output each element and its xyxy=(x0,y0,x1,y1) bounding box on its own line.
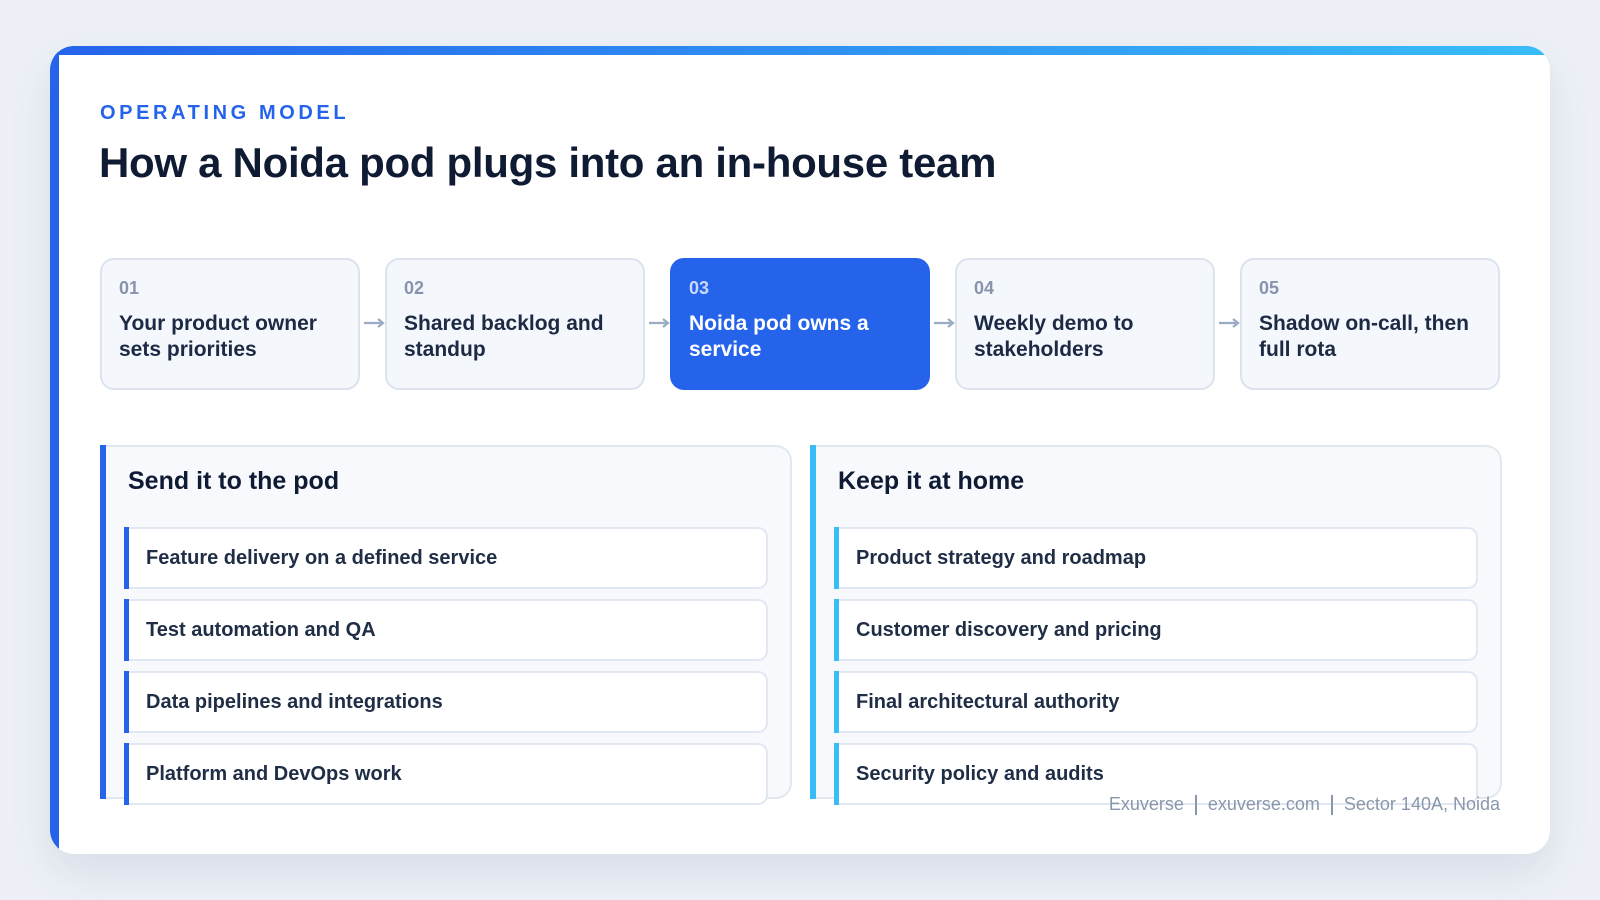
step-label: Shadow on-call, then full rota xyxy=(1259,312,1470,361)
step-number: 02 xyxy=(404,278,425,298)
step-number: 01 xyxy=(119,278,140,298)
list-item: Test automation and QA xyxy=(124,599,768,661)
process-steps: 01 Your product owner sets priorities 02… xyxy=(100,258,1502,390)
list-item: Final architectural authority xyxy=(834,671,1478,733)
slide-title: How a Noida pod plugs into an in-house t… xyxy=(99,139,997,186)
step-number: 04 xyxy=(974,278,995,298)
panel-title: Keep it at home xyxy=(838,467,1025,495)
list-item: Feature delivery on a defined service xyxy=(124,527,768,589)
keep-at-home-panel: Keep it at home Product strategy and roa… xyxy=(810,445,1502,805)
step-label: Weekly demo to stakeholders xyxy=(974,312,1134,361)
list-item: Product strategy and roadmap xyxy=(834,527,1478,589)
pod-task-list: Feature delivery on a defined service Te… xyxy=(124,527,768,815)
top-accent-bar xyxy=(50,46,1550,55)
list-item: Data pipelines and integrations xyxy=(124,671,768,733)
footer-divider xyxy=(1194,794,1197,815)
eyebrow-label: OPERATING MODEL xyxy=(100,102,350,124)
send-to-pod-panel: Send it to the pod Feature delivery on a… xyxy=(100,445,792,805)
footer-website: exuverse.com xyxy=(1207,794,1320,814)
step-number: 03 xyxy=(689,278,710,298)
step-card-5: 05 Shadow on-call, then full rota xyxy=(1240,258,1500,390)
left-accent-bar xyxy=(50,46,59,854)
footer-location: Sector 140A, Noida xyxy=(1343,794,1500,814)
list-item: Platform and DevOps work xyxy=(124,743,768,805)
step-card-1: 01 Your product owner sets priorities xyxy=(100,258,360,390)
step-card-2: 02 Shared backlog and standup xyxy=(385,258,645,390)
step-label: Your product owner sets priorities xyxy=(119,312,317,361)
list-item: Customer discovery and pricing xyxy=(834,599,1478,661)
slide-card: OPERATING MODEL How a Noida pod plugs in… xyxy=(50,46,1550,854)
step-card-3-active: 03 Noida pod owns a service xyxy=(670,258,930,390)
panel-title: Send it to the pod xyxy=(128,467,340,495)
step-number: 05 xyxy=(1259,278,1280,298)
home-task-list: Product strategy and roadmap Customer di… xyxy=(834,527,1478,815)
footer: Exuverse exuverse.com Sector 140A, Noida xyxy=(1109,794,1500,815)
step-label: Noida pod owns a service xyxy=(689,312,869,361)
step-label: Shared backlog and standup xyxy=(404,312,604,361)
footer-divider xyxy=(1330,794,1333,815)
footer-brand: Exuverse xyxy=(1108,794,1184,814)
step-card-4: 04 Weekly demo to stakeholders xyxy=(955,258,1215,390)
